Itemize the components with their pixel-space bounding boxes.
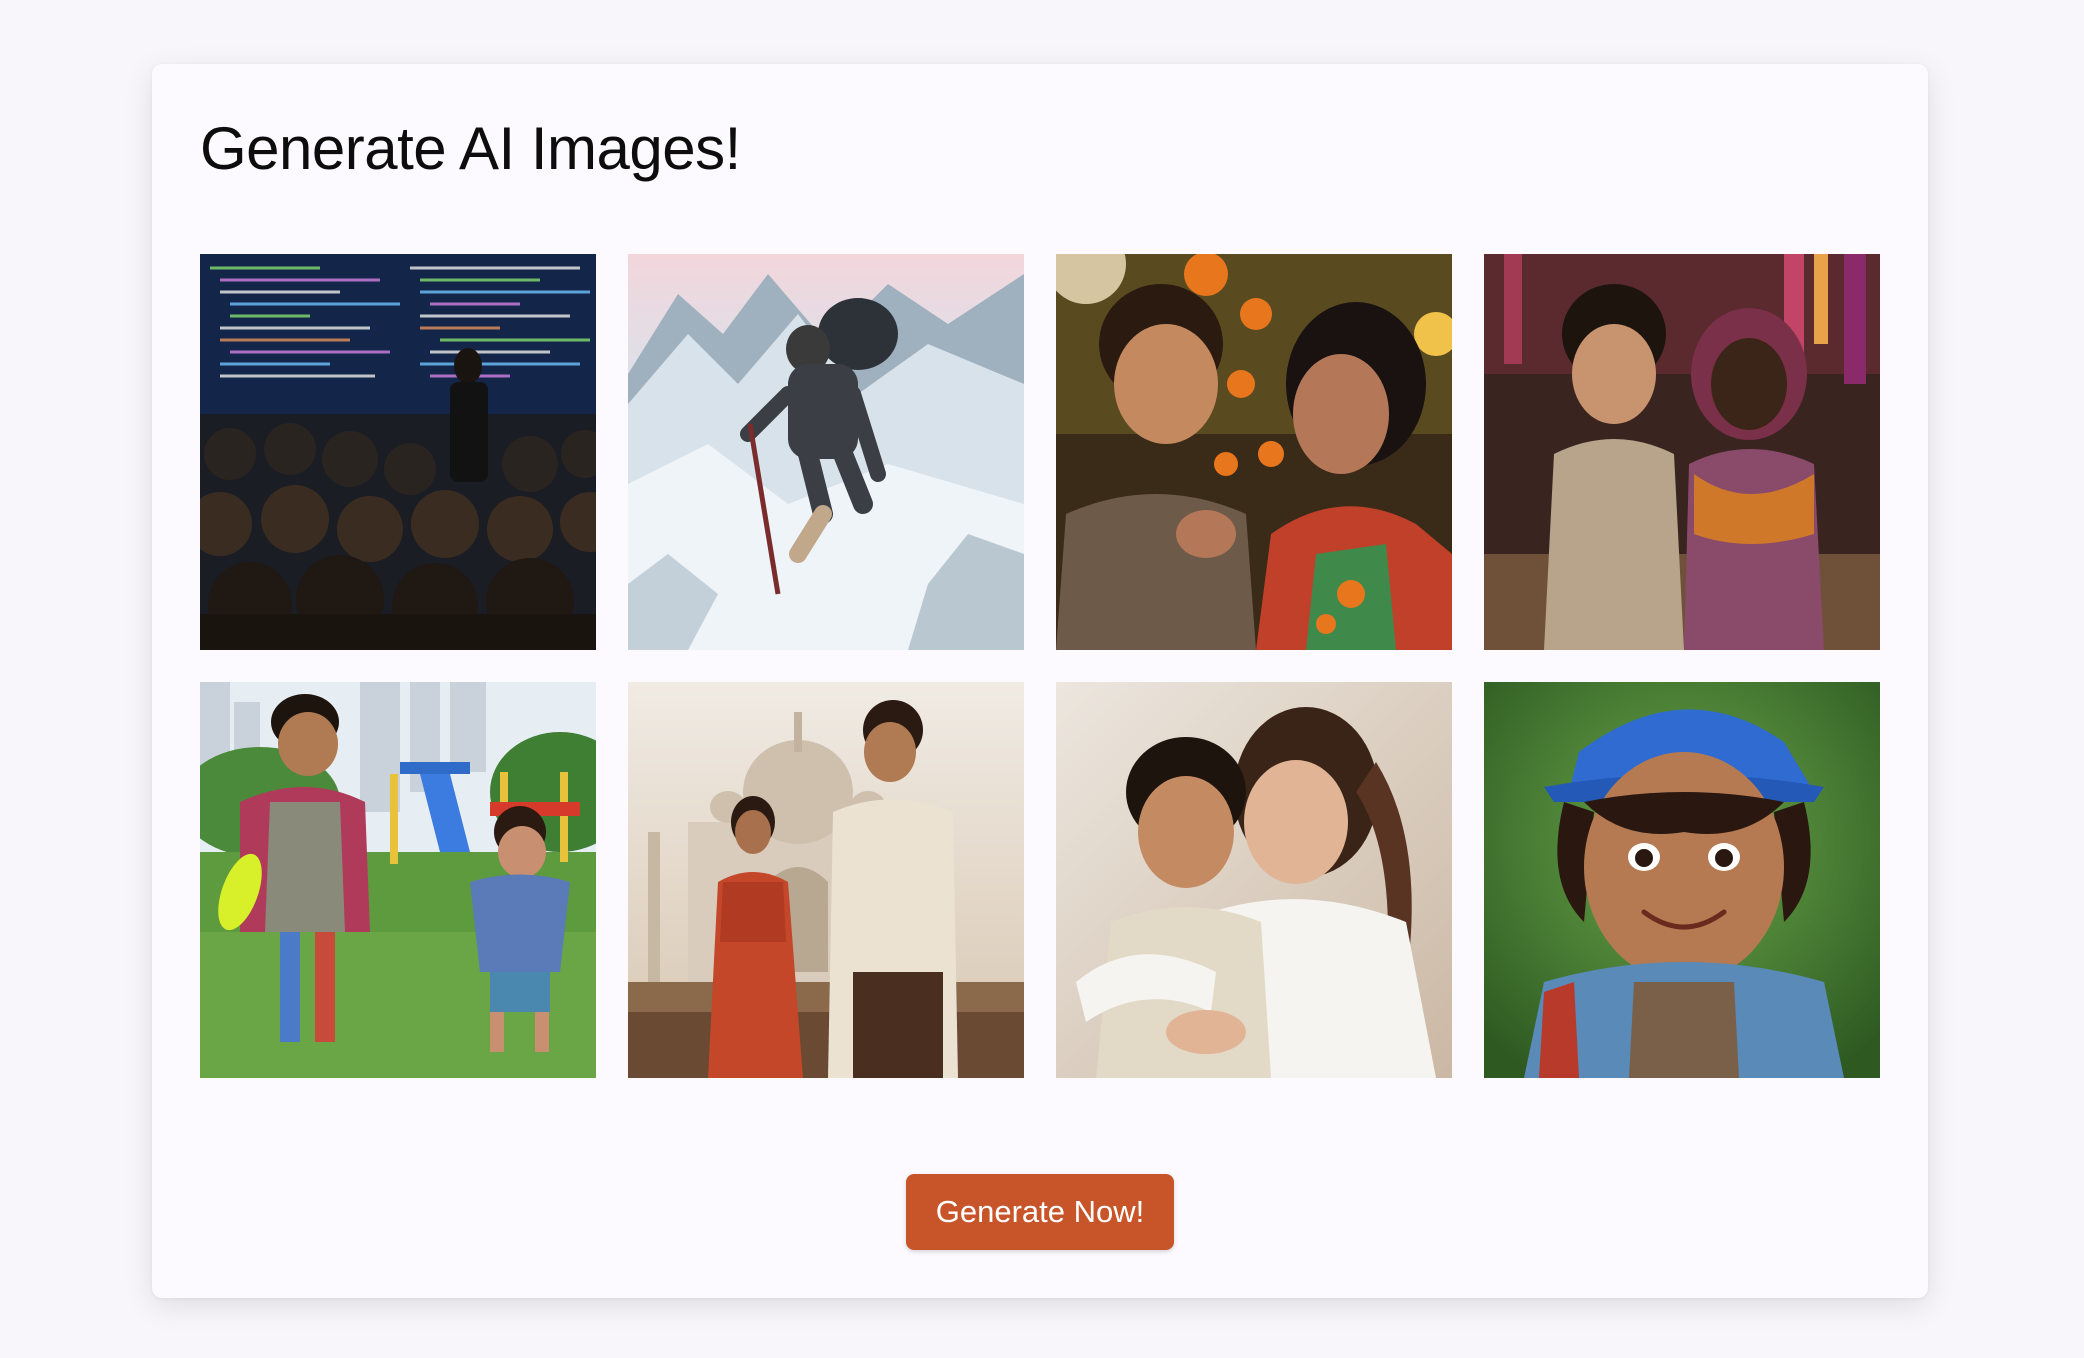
image-tile-boy-and-mother-flowers[interactable] <box>1056 254 1452 650</box>
image-grid <box>200 254 1880 1078</box>
mountain-climber-image <box>628 254 1024 650</box>
image-tile-couple-taj-mahal[interactable] <box>628 682 1024 1078</box>
boy-blue-cap-image <box>1484 682 1880 1078</box>
image-tile-coding-lecture[interactable] <box>200 254 596 650</box>
image-tile-two-children-market[interactable] <box>1484 254 1880 650</box>
coding-lecture-image <box>200 254 596 650</box>
generator-card: Generate AI Images! Generate Now! <box>152 64 1928 1298</box>
image-tile-kids-playground-frisbee[interactable] <box>200 682 596 1078</box>
kids-playground-frisbee-image <box>200 682 596 1078</box>
image-tile-mother-hugging-son[interactable] <box>1056 682 1452 1078</box>
mother-hugging-son-image <box>1056 682 1452 1078</box>
page-title: Generate AI Images! <box>200 115 741 182</box>
image-tile-boy-blue-cap[interactable] <box>1484 682 1880 1078</box>
boy-and-mother-flowers-image <box>1056 254 1452 650</box>
generate-now-button[interactable]: Generate Now! <box>906 1174 1174 1250</box>
two-children-market-image <box>1484 254 1880 650</box>
couple-taj-mahal-image <box>628 682 1024 1078</box>
image-tile-mountain-climber[interactable] <box>628 254 1024 650</box>
